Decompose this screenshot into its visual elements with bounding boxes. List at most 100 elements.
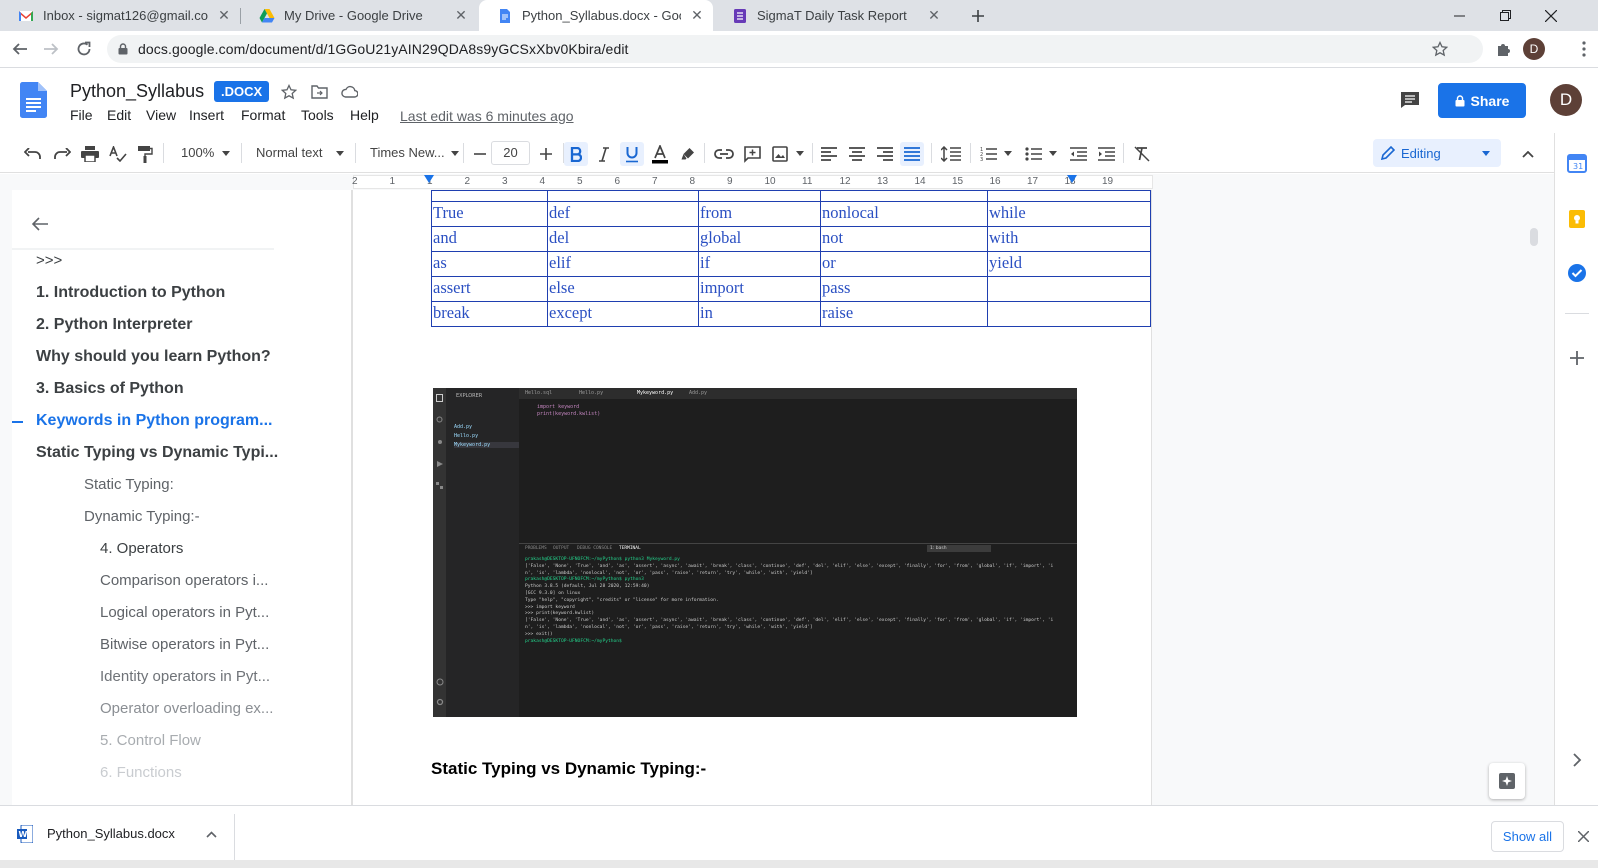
bold-button[interactable] <box>564 142 588 166</box>
text-color-button[interactable] <box>648 142 672 166</box>
comment-icon[interactable] <box>1400 91 1420 109</box>
font-size-input[interactable]: 20 <box>491 141 530 165</box>
outline-item[interactable]: Comparison operators i... <box>100 572 268 589</box>
close-icon[interactable] <box>1578 831 1589 842</box>
plus-icon[interactable] <box>1567 348 1587 368</box>
forward-button[interactable] <box>37 35 65 63</box>
table-cell[interactable] <box>987 190 1151 202</box>
outline-item[interactable]: Identity operators in Pyt... <box>100 668 270 685</box>
outline-item[interactable]: Dynamic Typing:- <box>84 508 200 525</box>
collapse-menus-button[interactable] <box>1516 142 1540 166</box>
highlight-color-button[interactable] <box>676 142 700 166</box>
table-cell[interactable]: import <box>698 276 821 302</box>
underline-button[interactable] <box>620 142 644 166</box>
outline-item[interactable]: Why should you learn Python? <box>36 348 271 366</box>
outline-item[interactable]: 3. Basics of Python <box>36 380 184 398</box>
table-cell[interactable]: del <box>547 226 699 252</box>
left-indent-marker-icon[interactable] <box>424 175 434 183</box>
vscode-screenshot-image[interactable]: EXPLORER Add.py Hello.py Mykeyword.py Hell… <box>433 388 1077 717</box>
table-cell[interactable]: assert <box>431 276 548 302</box>
table-cell[interactable] <box>698 190 821 202</box>
table-cell[interactable]: yield <box>987 251 1151 277</box>
redo-button[interactable] <box>50 142 74 166</box>
table-cell[interactable] <box>431 190 548 202</box>
table-cell[interactable]: not <box>820 226 988 252</box>
tab-gmail[interactable]: Inbox - sigmat126@gmail.com - ✕ <box>0 0 240 31</box>
close-tab-icon[interactable]: ✕ <box>216 7 232 24</box>
undo-button[interactable] <box>21 142 45 166</box>
docs-logo-icon[interactable] <box>20 82 47 118</box>
editing-mode-select[interactable]: Editing <box>1373 139 1501 167</box>
print-button[interactable] <box>78 142 102 166</box>
document-title[interactable]: Python_Syllabus <box>70 81 204 102</box>
spellcheck-button[interactable] <box>106 142 130 166</box>
chevron-right-icon[interactable] <box>1567 750 1587 770</box>
table-cell[interactable]: or <box>820 251 988 277</box>
paragraph-style-select[interactable]: Normal text <box>256 145 322 160</box>
align-center-button[interactable] <box>845 142 869 166</box>
close-window-button[interactable] <box>1528 0 1574 31</box>
align-right-button[interactable] <box>873 142 897 166</box>
outline-item[interactable]: 1. Introduction to Python <box>36 284 225 302</box>
table-cell[interactable]: elif <box>547 251 699 277</box>
menu-format[interactable]: Format <box>241 107 285 123</box>
menu-tools[interactable]: Tools <box>301 107 334 123</box>
paint-format-button[interactable] <box>133 142 157 166</box>
font-family-select[interactable]: Times New... <box>370 145 445 160</box>
clear-formatting-button[interactable] <box>1130 142 1154 166</box>
table-cell[interactable]: with <box>987 226 1151 252</box>
table-cell[interactable]: pass <box>820 276 988 302</box>
table-cell[interactable]: True <box>431 201 548 227</box>
arrow-left-icon[interactable] <box>32 217 48 231</box>
outline-item[interactable]: >>> <box>36 252 62 269</box>
explore-button[interactable] <box>1489 763 1525 799</box>
table-cell[interactable]: break <box>431 301 548 327</box>
italic-button[interactable] <box>592 142 616 166</box>
table-cell[interactable]: in <box>698 301 821 327</box>
page-scrollbar-thumb[interactable] <box>1530 228 1538 246</box>
outline-item[interactable]: Logical operators in Pyt... <box>100 604 269 621</box>
decrease-font-size-button[interactable] <box>468 142 492 166</box>
menu-insert[interactable]: Insert <box>189 107 224 123</box>
zoom-select[interactable]: 100% <box>181 145 214 160</box>
table-cell[interactable]: as <box>431 251 548 277</box>
outline-item[interactable]: Static Typing: <box>84 476 174 493</box>
move-folder-icon[interactable] <box>311 84 328 99</box>
decrease-indent-button[interactable] <box>1066 142 1090 166</box>
table-cell[interactable]: except <box>547 301 699 327</box>
justify-button[interactable] <box>900 142 924 166</box>
close-tab-icon[interactable]: ✕ <box>689 7 705 24</box>
increase-indent-button[interactable] <box>1094 142 1118 166</box>
table-cell[interactable]: global <box>698 226 821 252</box>
increase-font-size-button[interactable] <box>534 142 558 166</box>
show-all-downloads-button[interactable]: Show all <box>1491 821 1564 852</box>
share-button[interactable]: Share <box>1438 83 1526 118</box>
table-cell[interactable] <box>820 190 988 202</box>
outline-item[interactable]: 2. Python Interpreter <box>36 316 192 334</box>
table-cell[interactable]: while <box>987 201 1151 227</box>
menu-help[interactable]: Help <box>350 107 379 123</box>
table-cell[interactable]: def <box>547 201 699 227</box>
add-comment-button[interactable] <box>740 142 764 166</box>
tab-drive[interactable]: My Drive - Google Drive ✕ <box>241 0 477 31</box>
outline-item[interactable]: 4. Operators <box>100 540 183 557</box>
align-left-button[interactable] <box>817 142 841 166</box>
bulleted-list-button[interactable] <box>1021 142 1045 166</box>
tab-docs[interactable]: Python_Syllabus.docx - Google D ✕ <box>479 0 713 31</box>
address-bar[interactable]: docs.google.com/document/d/1GGoU21yAIN29… <box>107 35 1483 63</box>
table-cell[interactable]: and <box>431 226 548 252</box>
profile-avatar[interactable]: D <box>1523 38 1545 60</box>
last-edit-link[interactable]: Last edit was 6 minutes ago <box>400 108 574 124</box>
minimize-button[interactable] <box>1436 0 1482 31</box>
table-cell[interactable]: else <box>547 276 699 302</box>
extensions-button[interactable] <box>1490 35 1518 63</box>
star-icon[interactable] <box>1432 41 1448 57</box>
tasks-icon[interactable] <box>1567 263 1587 283</box>
menu-view[interactable]: View <box>146 107 176 123</box>
numbered-list-button[interactable]: 123 <box>976 142 1000 166</box>
table-cell[interactable]: nonlocal <box>820 201 988 227</box>
close-tab-icon[interactable]: ✕ <box>453 7 469 24</box>
download-file-name[interactable]: Python_Syllabus.docx <box>47 826 175 841</box>
outline-item[interactable]: 6. Functions <box>100 764 182 781</box>
line-spacing-button[interactable] <box>939 142 963 166</box>
